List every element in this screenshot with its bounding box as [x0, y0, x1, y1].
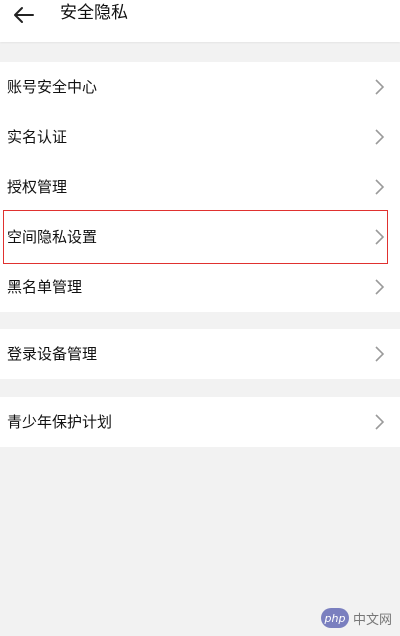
- chevron-right-icon: [375, 129, 385, 145]
- watermark: php 中文网: [320, 608, 392, 628]
- menu-item-account-security[interactable]: 账号安全中心: [0, 62, 400, 112]
- chevron-right-icon: [375, 279, 385, 295]
- chevron-right-icon: [375, 346, 385, 362]
- menu-item-label: 青少年保护计划: [7, 413, 113, 431]
- menu-item-label: 登录设备管理: [7, 345, 98, 363]
- menu-item-label: 黑名单管理: [7, 278, 83, 296]
- app-header: 安全隐私: [0, 0, 400, 42]
- menu-item-label: 账号安全中心: [7, 78, 98, 96]
- chevron-right-icon: [375, 229, 385, 245]
- watermark-logo: php: [320, 608, 349, 628]
- menu-item-label: 实名认证: [7, 128, 68, 146]
- chevron-right-icon: [375, 79, 385, 95]
- settings-group-youth: 青少年保护计划: [0, 397, 400, 447]
- back-button[interactable]: [6, 0, 42, 30]
- arrow-left-icon: [14, 7, 34, 23]
- page-title: 安全隐私: [60, 3, 128, 23]
- menu-item-youth-protection[interactable]: 青少年保护计划: [0, 397, 400, 447]
- menu-item-space-privacy[interactable]: 空间隐私设置: [0, 210, 400, 264]
- settings-group-account: 账号安全中心 实名认证 授权管理 空间隐私设置 黑名单管理: [0, 62, 400, 312]
- chevron-right-icon: [375, 179, 385, 195]
- menu-item-label: 空间隐私设置: [7, 228, 98, 246]
- watermark-text: 中文网: [352, 612, 392, 628]
- menu-item-real-name[interactable]: 实名认证: [0, 112, 400, 162]
- settings-group-devices: 登录设备管理: [0, 329, 400, 379]
- menu-item-login-devices[interactable]: 登录设备管理: [0, 329, 400, 379]
- chevron-right-icon: [375, 414, 385, 430]
- menu-item-authorization[interactable]: 授权管理: [0, 162, 400, 212]
- menu-item-blacklist[interactable]: 黑名单管理: [0, 262, 400, 312]
- menu-item-label: 授权管理: [7, 178, 68, 196]
